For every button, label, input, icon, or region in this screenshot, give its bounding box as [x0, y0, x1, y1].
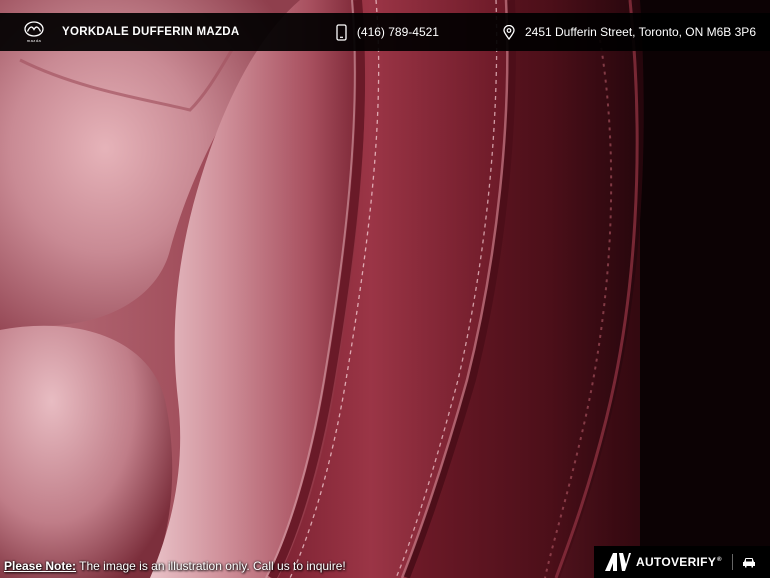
- badge-divider: [731, 554, 733, 570]
- dealer-address: 2451 Dufferin Street, Toronto, ON M6B 3P…: [524, 25, 756, 39]
- dealer-header-bar: mazda YORKDALE DUFFERIN MAZDA (416) 789-…: [0, 13, 770, 51]
- phone-link[interactable]: (416) 789-4521: [336, 23, 439, 41]
- map-pin-icon: [503, 24, 515, 40]
- seat-photo: [0, 0, 770, 578]
- autoverify-brand: AUTOVERIFY®: [636, 555, 722, 569]
- car-icon[interactable]: [742, 556, 756, 568]
- autoverify-badge[interactable]: AUTOVERIFY®: [594, 546, 770, 578]
- disclaimer-label: Please Note:: [4, 559, 77, 573]
- contact-info: (416) 789-4521 2451 Dufferin Street, Tor…: [336, 23, 756, 41]
- phone-number: (416) 789-4521: [356, 25, 439, 39]
- disclaimer-text: The image is an illustration only. Call …: [76, 559, 346, 573]
- mazda-logo-icon[interactable]: mazda: [22, 17, 46, 47]
- logo-wordmark: mazda: [26, 38, 42, 43]
- phone-icon: [336, 23, 347, 41]
- address-link[interactable]: 2451 Dufferin Street, Toronto, ON M6B 3P…: [503, 24, 756, 40]
- autoverify-logo-icon: [605, 553, 631, 571]
- illustration-disclaimer: Please Note: The image is an illustratio…: [4, 559, 346, 573]
- dealer-name[interactable]: YORKDALE DUFFERIN MAZDA: [62, 26, 239, 38]
- image-viewer: mazda YORKDALE DUFFERIN MAZDA (416) 789-…: [0, 0, 770, 578]
